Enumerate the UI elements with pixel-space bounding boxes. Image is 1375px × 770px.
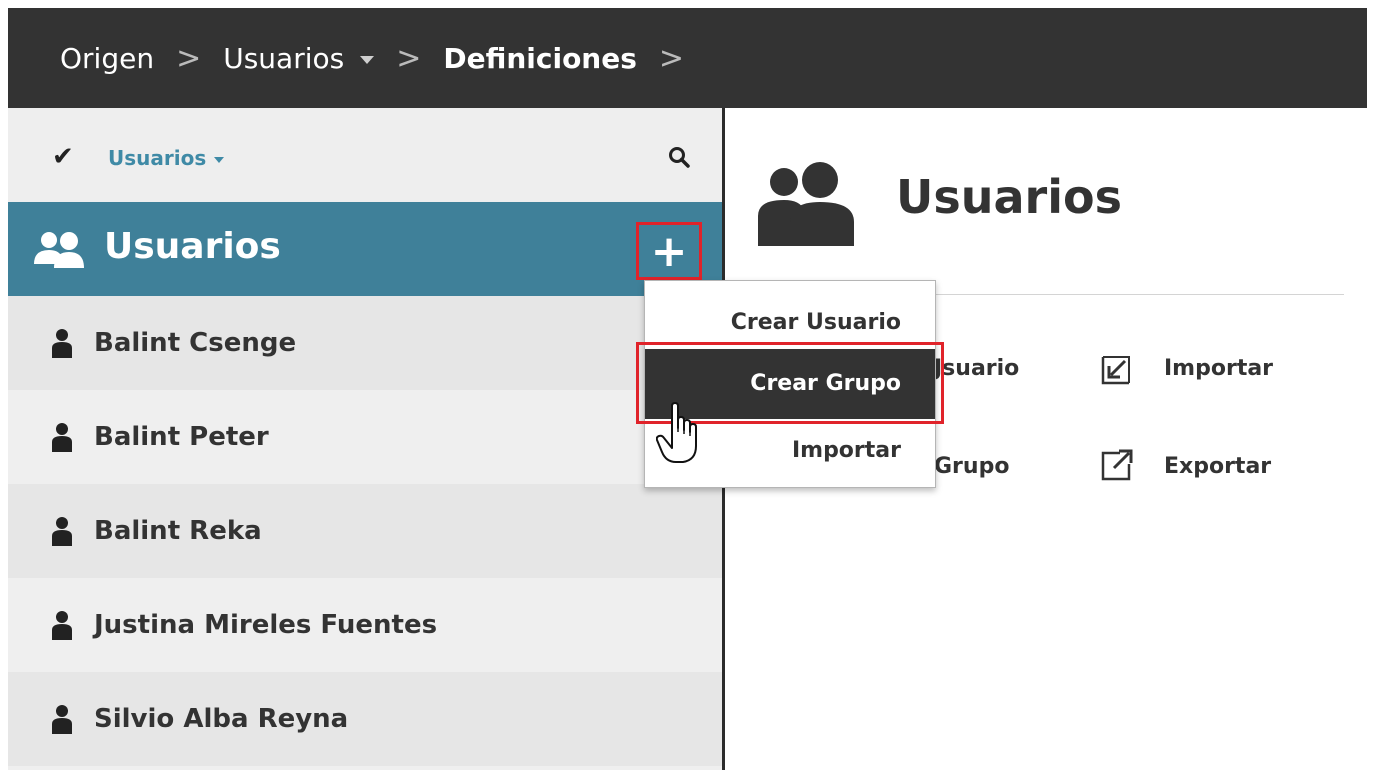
top-bar: Origen > Usuarios > Definiciones > — [8, 8, 1367, 108]
breadcrumb-origen[interactable]: Origen — [60, 42, 154, 75]
user-name: Silvio Alba Reyna — [94, 704, 349, 734]
filter-row: ✔ Usuarios — [8, 108, 722, 202]
breadcrumb-separator: > — [396, 40, 422, 76]
user-name: Balint Csenge — [94, 328, 297, 358]
page-title: Usuarios — [896, 170, 1122, 224]
check-icon: ✔ — [52, 142, 74, 172]
users-header: Usuarios + — [8, 202, 722, 296]
breadcrumb-usuarios[interactable]: Usuarios — [223, 41, 375, 75]
menu-item-create-user[interactable]: Crear Usuario — [645, 303, 935, 343]
users-header-label: Usuarios — [104, 226, 281, 267]
create-user-link[interactable]: Jsuario — [934, 356, 1019, 381]
list-item[interactable]: Balint Peter — [8, 390, 722, 484]
users-group-icon — [32, 230, 88, 274]
user-icon — [52, 329, 72, 358]
breadcrumb-separator: > — [176, 40, 202, 76]
import-link[interactable]: Importar — [1164, 356, 1273, 381]
hand-cursor-icon — [655, 402, 700, 470]
create-group-link[interactable]: Grupo — [934, 454, 1009, 479]
export-icon — [1100, 448, 1134, 486]
user-icon — [52, 611, 72, 640]
user-name: Balint Peter — [94, 422, 269, 452]
user-name: Balint Reka — [94, 516, 262, 546]
sidebar: ✔ Usuarios Usuarios + Balint Csenge Bali… — [8, 108, 722, 770]
list-item[interactable]: Balint Reka — [8, 484, 722, 578]
breadcrumb-definiciones[interactable]: Definiciones — [443, 42, 637, 75]
user-icon — [52, 705, 72, 734]
import-icon — [1100, 354, 1132, 390]
user-name: Justina Mireles Fuentes — [94, 610, 438, 640]
caret-down-icon — [214, 156, 225, 163]
breadcrumb-separator: > — [658, 40, 685, 76]
search-icon[interactable] — [668, 146, 690, 172]
list-item[interactable]: Justina Mireles Fuentes — [8, 578, 722, 672]
breadcrumb-usuarios-label: Usuarios — [223, 41, 345, 75]
list-item[interactable]: Silvio Alba Reyna — [8, 672, 722, 766]
list-item[interactable]: Balint Csenge — [8, 296, 722, 390]
users-group-icon — [758, 158, 858, 252]
caret-down-icon[interactable] — [360, 56, 375, 64]
user-icon — [52, 423, 72, 452]
filter-dropdown[interactable]: Usuarios — [108, 146, 225, 170]
user-icon — [52, 517, 72, 546]
filter-label: Usuarios — [108, 146, 207, 170]
add-button[interactable]: + — [636, 222, 702, 280]
export-link[interactable]: Exportar — [1164, 454, 1271, 479]
